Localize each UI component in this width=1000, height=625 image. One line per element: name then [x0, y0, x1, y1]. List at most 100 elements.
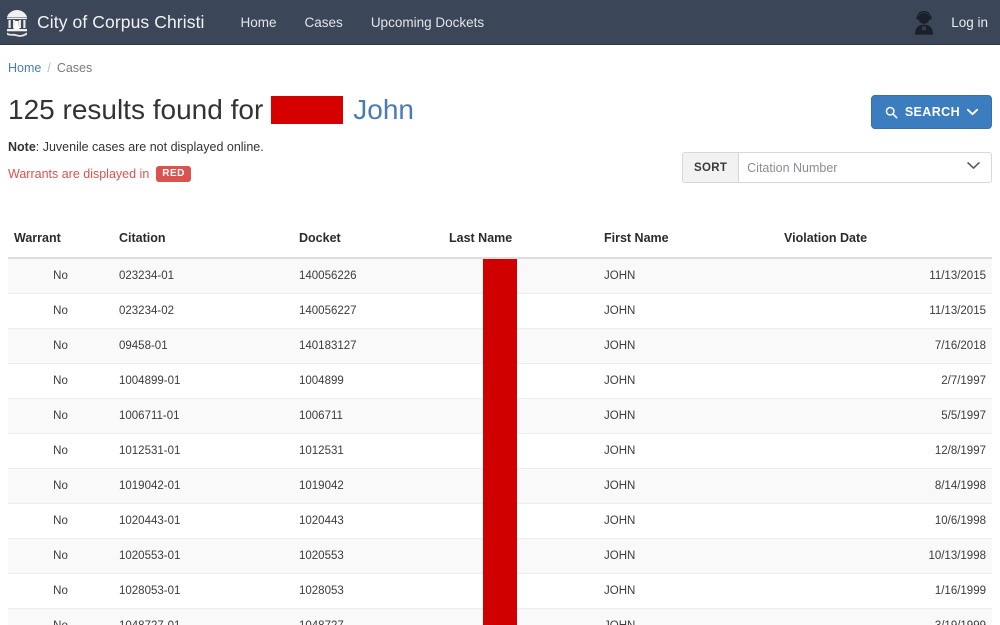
cell-violation-date: 2/7/1997 — [778, 363, 992, 399]
cell-last-name — [443, 433, 598, 469]
cell-docket: 140183127 — [293, 328, 443, 364]
cell-citation: 1028053-01 — [113, 573, 293, 609]
column-header-violation-date[interactable]: Violation Date — [778, 221, 992, 259]
results-header-row: 125 results found for John SEARCH — [8, 79, 992, 129]
cell-warrant: No — [8, 468, 113, 504]
cell-citation: 023234-02 — [113, 293, 293, 329]
cell-first-name: JOHN — [598, 433, 778, 469]
cell-violation-date: 12/8/1997 — [778, 433, 992, 469]
breadcrumb-separator: / — [47, 61, 51, 75]
warrant-note-text: Warrants are displayed in — [8, 167, 150, 181]
cell-warrant: No — [8, 538, 113, 574]
cell-citation: 1004899-01 — [113, 363, 293, 399]
cell-citation: 1048727-01 — [113, 608, 293, 625]
cell-warrant: No — [8, 398, 113, 434]
column-header-first-name[interactable]: First Name — [598, 221, 778, 259]
search-term-text: John — [353, 94, 414, 125]
breadcrumb-home[interactable]: Home — [8, 61, 41, 75]
cell-citation: 023234-01 — [113, 258, 293, 294]
sort-select[interactable]: Citation Number — [738, 152, 992, 183]
cell-warrant: No — [8, 363, 113, 399]
brand-home-link[interactable]: City of Corpus Christi — [0, 8, 205, 38]
cell-docket: 1004899 — [293, 363, 443, 399]
city-seal-icon — [7, 9, 27, 37]
cell-last-name — [443, 608, 598, 625]
cell-warrant: No — [8, 433, 113, 469]
cell-docket: 1012531 — [293, 433, 443, 469]
breadcrumb-current: Cases — [56, 61, 93, 75]
cell-last-name — [443, 538, 598, 574]
login-link[interactable]: Log in — [951, 15, 988, 30]
chevron-down-icon — [967, 108, 978, 116]
cell-citation: 09458-01 — [113, 328, 293, 364]
cell-violation-date: 8/14/1998 — [778, 468, 992, 504]
cell-last-name — [443, 328, 598, 364]
breadcrumb: Home / Cases — [8, 45, 992, 79]
cell-first-name: JOHN — [598, 328, 778, 364]
sort-control: SORT Citation Number — [682, 152, 992, 183]
cell-warrant: No — [8, 293, 113, 329]
redacted-last-name-column — [483, 259, 517, 625]
cell-first-name: JOHN — [598, 398, 778, 434]
cell-first-name: JOHN — [598, 363, 778, 399]
search-button-label: SEARCH — [904, 105, 960, 119]
cell-docket: 140056226 — [293, 258, 443, 294]
cell-warrant: No — [8, 258, 113, 294]
cell-first-name: JOHN — [598, 293, 778, 329]
red-badge: RED — [156, 166, 191, 182]
cell-warrant: No — [8, 608, 113, 625]
cell-first-name: JOHN — [598, 468, 778, 504]
page-content: Home / Cases 125 results found for John … — [0, 45, 1000, 625]
cell-last-name — [443, 503, 598, 539]
search-icon — [885, 106, 898, 119]
sort-label: SORT — [682, 152, 739, 183]
cell-citation: 1012531-01 — [113, 433, 293, 469]
cell-docket: 1019042 — [293, 468, 443, 504]
results-count-text: 125 results found for — [8, 94, 264, 125]
cell-last-name — [443, 293, 598, 329]
cell-last-name — [443, 398, 598, 434]
cell-violation-date: 5/5/1997 — [778, 398, 992, 434]
cell-citation: 1006711-01 — [113, 398, 293, 434]
column-header-last-name[interactable]: Last Name — [443, 221, 598, 259]
cell-docket: 1020553 — [293, 538, 443, 574]
cell-last-name — [443, 468, 598, 504]
cell-warrant: No — [8, 503, 113, 539]
brand-title: City of Corpus Christi — [37, 12, 205, 32]
cell-citation: 1019042-01 — [113, 468, 293, 504]
cell-docket: 1048727 — [293, 608, 443, 625]
navbar-right: Log in — [911, 10, 1000, 36]
user-avatar-icon[interactable] — [911, 10, 937, 36]
note-label: Note — [8, 140, 36, 154]
cases-table-head: Warrant Citation Docket Last Name First … — [8, 221, 992, 259]
column-header-citation[interactable]: Citation — [113, 221, 293, 259]
nav-links: Home Cases Upcoming Dockets — [227, 0, 499, 45]
cell-violation-date: 11/13/2015 — [778, 258, 992, 294]
cell-docket: 1020443 — [293, 503, 443, 539]
nav-link-cases[interactable]: Cases — [291, 0, 357, 45]
cell-last-name — [443, 573, 598, 609]
cell-last-name — [443, 258, 598, 294]
redacted-last-name-box — [271, 96, 344, 124]
cell-violation-date: 10/13/1998 — [778, 538, 992, 574]
note-text: : Juvenile cases are not displayed onlin… — [35, 140, 264, 154]
cell-docket: 1006711 — [293, 398, 443, 434]
column-header-docket[interactable]: Docket — [293, 221, 443, 259]
nav-link-home[interactable]: Home — [227, 0, 291, 45]
page-title: 125 results found for John — [8, 91, 414, 129]
cell-docket: 140056227 — [293, 293, 443, 329]
cell-violation-date: 3/19/1999 — [778, 608, 992, 625]
cell-citation: 1020553-01 — [113, 538, 293, 574]
cell-warrant: No — [8, 573, 113, 609]
cell-citation: 1020443-01 — [113, 503, 293, 539]
cases-table-wrapper: Warrant Citation Docket Last Name First … — [8, 221, 992, 625]
cell-first-name: JOHN — [598, 538, 778, 574]
cell-last-name — [443, 363, 598, 399]
table-header-row: Warrant Citation Docket Last Name First … — [8, 221, 992, 259]
cell-docket: 1028053 — [293, 573, 443, 609]
cell-first-name: JOHN — [598, 573, 778, 609]
search-button[interactable]: SEARCH — [870, 95, 992, 129]
nav-link-upcoming-dockets[interactable]: Upcoming Dockets — [357, 0, 498, 45]
cell-warrant: No — [8, 328, 113, 364]
column-header-warrant[interactable]: Warrant — [8, 221, 113, 259]
